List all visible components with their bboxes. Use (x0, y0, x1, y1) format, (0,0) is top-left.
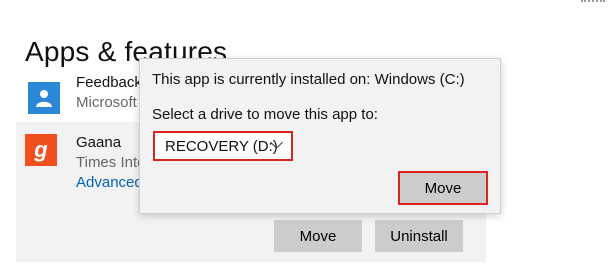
select-drive-prompt: Select a drive to move this app to: (152, 106, 378, 123)
app-publisher: Times Inte (76, 154, 146, 171)
drive-dropdown[interactable]: RECOVERY (D:) (153, 131, 293, 161)
move-app-flyout: This app is currently installed on: Wind… (139, 58, 501, 214)
drive-dropdown-value: RECOVERY (D:) (165, 138, 278, 155)
feedback-hub-icon (28, 82, 60, 114)
move-button[interactable]: Move (274, 220, 362, 252)
current-install-location: This app is currently installed on: Wind… (152, 71, 465, 88)
uninstall-button[interactable]: Uninstall (375, 220, 463, 252)
confirm-move-button[interactable]: Move (398, 171, 488, 205)
advanced-options-link[interactable]: Advanced (76, 174, 143, 191)
gaana-icon-glyph: g (34, 137, 48, 162)
app-name: Feedback (76, 74, 142, 91)
window-control-hint (581, 0, 605, 8)
app-name: Gaana (76, 134, 122, 151)
gaana-icon: g (25, 134, 57, 166)
app-publisher: Microsoft (76, 94, 137, 111)
